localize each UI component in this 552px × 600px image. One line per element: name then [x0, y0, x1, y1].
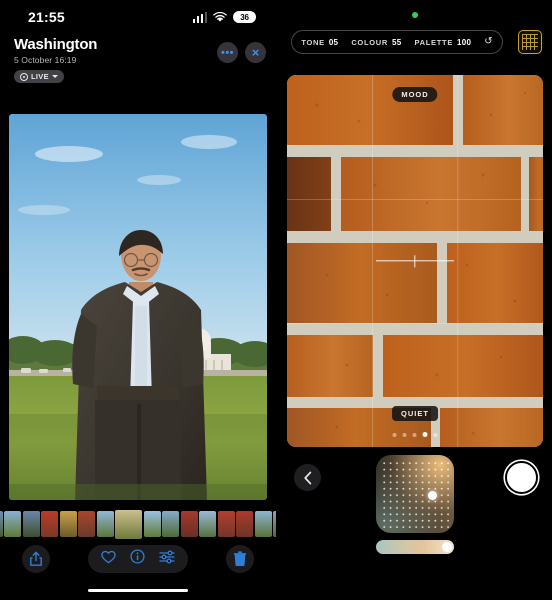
delete-button[interactable]	[226, 545, 254, 573]
list-item[interactable]	[236, 511, 254, 537]
battery-icon: 36	[233, 11, 256, 23]
live-photo-badge[interactable]: LIVE	[14, 70, 64, 83]
quiet-tag: QUIET	[392, 406, 438, 421]
slider-knob[interactable]	[442, 542, 452, 552]
chevron-down-icon	[51, 75, 58, 78]
chevron-left-icon	[303, 471, 311, 484]
palette-value: 100	[457, 37, 472, 47]
page-indicator-dots[interactable]	[392, 432, 438, 437]
status-bar: 21:55 36	[0, 0, 276, 34]
adjust-button[interactable]	[159, 550, 175, 569]
list-item[interactable]	[96, 511, 114, 537]
favorite-button[interactable]	[101, 550, 116, 569]
wifi-icon	[213, 11, 227, 22]
camera-in-use-indicator	[411, 12, 418, 18]
grid-matrix-icon	[522, 34, 538, 50]
colour-label: COLOUR	[351, 37, 389, 47]
trash-icon	[233, 551, 247, 566]
intensity-slider[interactable]	[376, 540, 454, 554]
back-button[interactable]	[294, 464, 321, 491]
colour-control[interactable]: COLOUR 55	[351, 38, 401, 47]
status-indicators: 36	[192, 11, 256, 23]
list-item[interactable]	[41, 511, 59, 537]
list-item[interactable]	[180, 511, 198, 537]
picker-cursor[interactable]	[428, 491, 437, 500]
camera-settings-toolbar[interactable]: TONE 05 COLOUR 55 PALETTE 100 ↺	[291, 30, 503, 54]
focus-exposure-reticle[interactable]	[376, 260, 454, 262]
more-icon: •••	[220, 46, 235, 59]
page-dot[interactable]	[433, 432, 438, 437]
live-badge-label: LIVE	[31, 72, 49, 81]
reset-icon[interactable]: ↺	[484, 37, 492, 47]
grid-toggle-button[interactable]	[518, 30, 542, 54]
colour-value: 55	[392, 37, 402, 47]
list-item[interactable]	[59, 511, 77, 537]
list-item[interactable]	[0, 511, 3, 537]
camera-bottom-controls	[277, 455, 552, 565]
list-item[interactable]	[78, 511, 96, 537]
page-dot[interactable]	[402, 432, 407, 437]
photos-app-panel: 21:55 36 Washington 5 October 16:19 LIVE	[0, 0, 276, 600]
heart-icon	[101, 550, 116, 563]
share-button[interactable]	[22, 545, 50, 573]
home-indicator	[88, 588, 188, 592]
list-item[interactable]	[22, 511, 40, 537]
photo-toolbar	[0, 542, 276, 576]
list-item[interactable]	[199, 511, 217, 537]
tone-control[interactable]: TONE 05	[301, 38, 338, 47]
cellular-bars-icon	[192, 11, 207, 23]
page-dot[interactable]	[412, 432, 417, 437]
list-item[interactable]	[217, 511, 235, 537]
close-button[interactable]: ×	[245, 42, 266, 63]
photo-filmstrip[interactable]	[0, 508, 276, 540]
info-button[interactable]	[130, 549, 145, 569]
adjustments-icon	[159, 550, 175, 563]
list-item[interactable]	[254, 511, 272, 537]
photo-action-group	[88, 545, 188, 573]
colour-grid-picker[interactable]	[376, 455, 454, 533]
tone-value: 05	[328, 37, 339, 47]
photo-image	[9, 114, 267, 500]
list-item[interactable]	[4, 511, 22, 537]
picker-dot-matrix	[381, 460, 449, 528]
share-icon	[30, 551, 42, 566]
list-item[interactable]	[143, 511, 161, 537]
palette-control[interactable]: PALETTE 100	[415, 38, 472, 47]
info-icon	[130, 549, 145, 564]
status-time: 21:55	[28, 9, 65, 25]
page-dot-active[interactable]	[422, 432, 428, 437]
shutter-button[interactable]	[505, 461, 538, 494]
list-item-selected[interactable]	[115, 509, 143, 539]
tone-label: TONE	[301, 37, 325, 47]
camera-app-panel: TONE 05 COLOUR 55 PALETTE 100 ↺ MOOD QUI…	[276, 0, 552, 600]
mood-tag: MOOD	[392, 87, 438, 102]
camera-viewfinder[interactable]: MOOD QUIET	[287, 75, 543, 447]
main-photo[interactable]	[9, 114, 267, 500]
live-photo-icon	[20, 72, 28, 81]
page-dot[interactable]	[392, 432, 397, 437]
more-options-button[interactable]: •••	[217, 42, 238, 63]
header-buttons: ••• ×	[217, 42, 266, 63]
colour-picker-group	[376, 455, 454, 554]
close-icon: ×	[251, 44, 260, 60]
list-item[interactable]	[162, 511, 180, 537]
dual-phone-screenshot: 21:55 36 Washington 5 October 16:19 LIVE	[0, 0, 552, 600]
palette-label: PALETTE	[414, 37, 454, 47]
